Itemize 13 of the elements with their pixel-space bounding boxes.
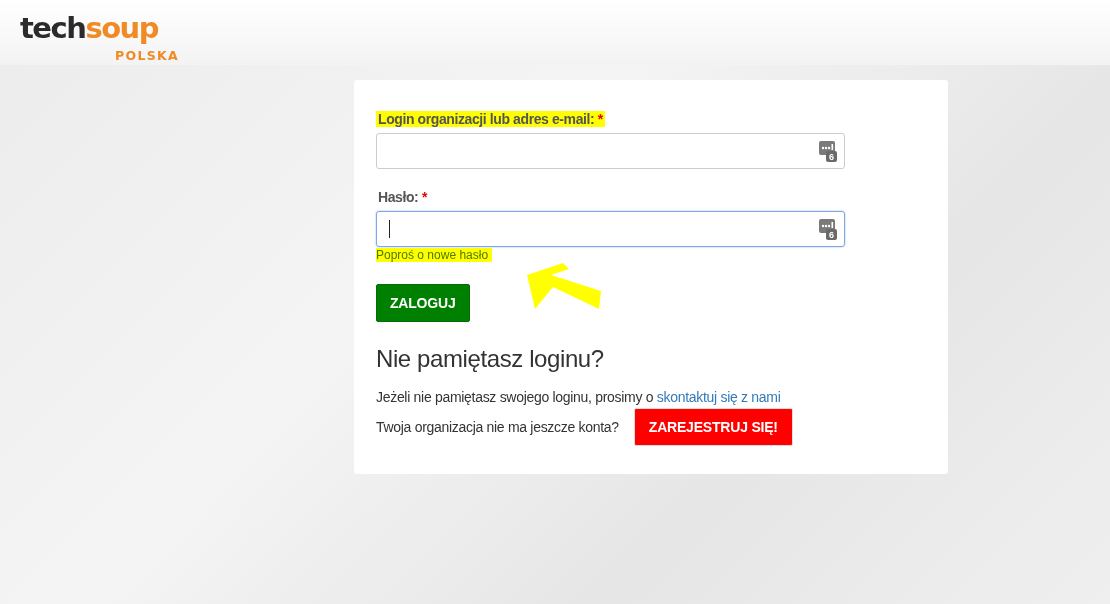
field-label: Hasło: * <box>377 189 429 205</box>
forgot-password-link[interactable]: Poproś o nowe hasło <box>376 248 493 262</box>
password-field[interactable]: 6 <box>376 211 845 247</box>
logo-subtitle: POLSKA <box>115 48 179 63</box>
contact-link[interactable]: skontaktuj się z nami <box>656 389 781 405</box>
register-prompt: Twoja organizacja nie ma jeszcze konta? <box>376 419 619 435</box>
login-button[interactable]: ZALOGUJ <box>376 284 470 322</box>
register-button[interactable]: ZAREJESTRUJ SIĘ! <box>633 408 793 446</box>
field-label: Login organizacji lub adres e-mail: * <box>376 111 605 127</box>
forgot-login-text: Jeżeli nie pamiętasz swojego loginu, prosimy o skontaktuj się z nami <box>376 389 782 405</box>
login-field[interactable]: 6 <box>376 133 845 169</box>
logo-wordmark[interactable]: techsoup <box>20 12 158 44</box>
forgot-login-heading: Nie pamiętasz loginu? <box>376 345 605 373</box>
